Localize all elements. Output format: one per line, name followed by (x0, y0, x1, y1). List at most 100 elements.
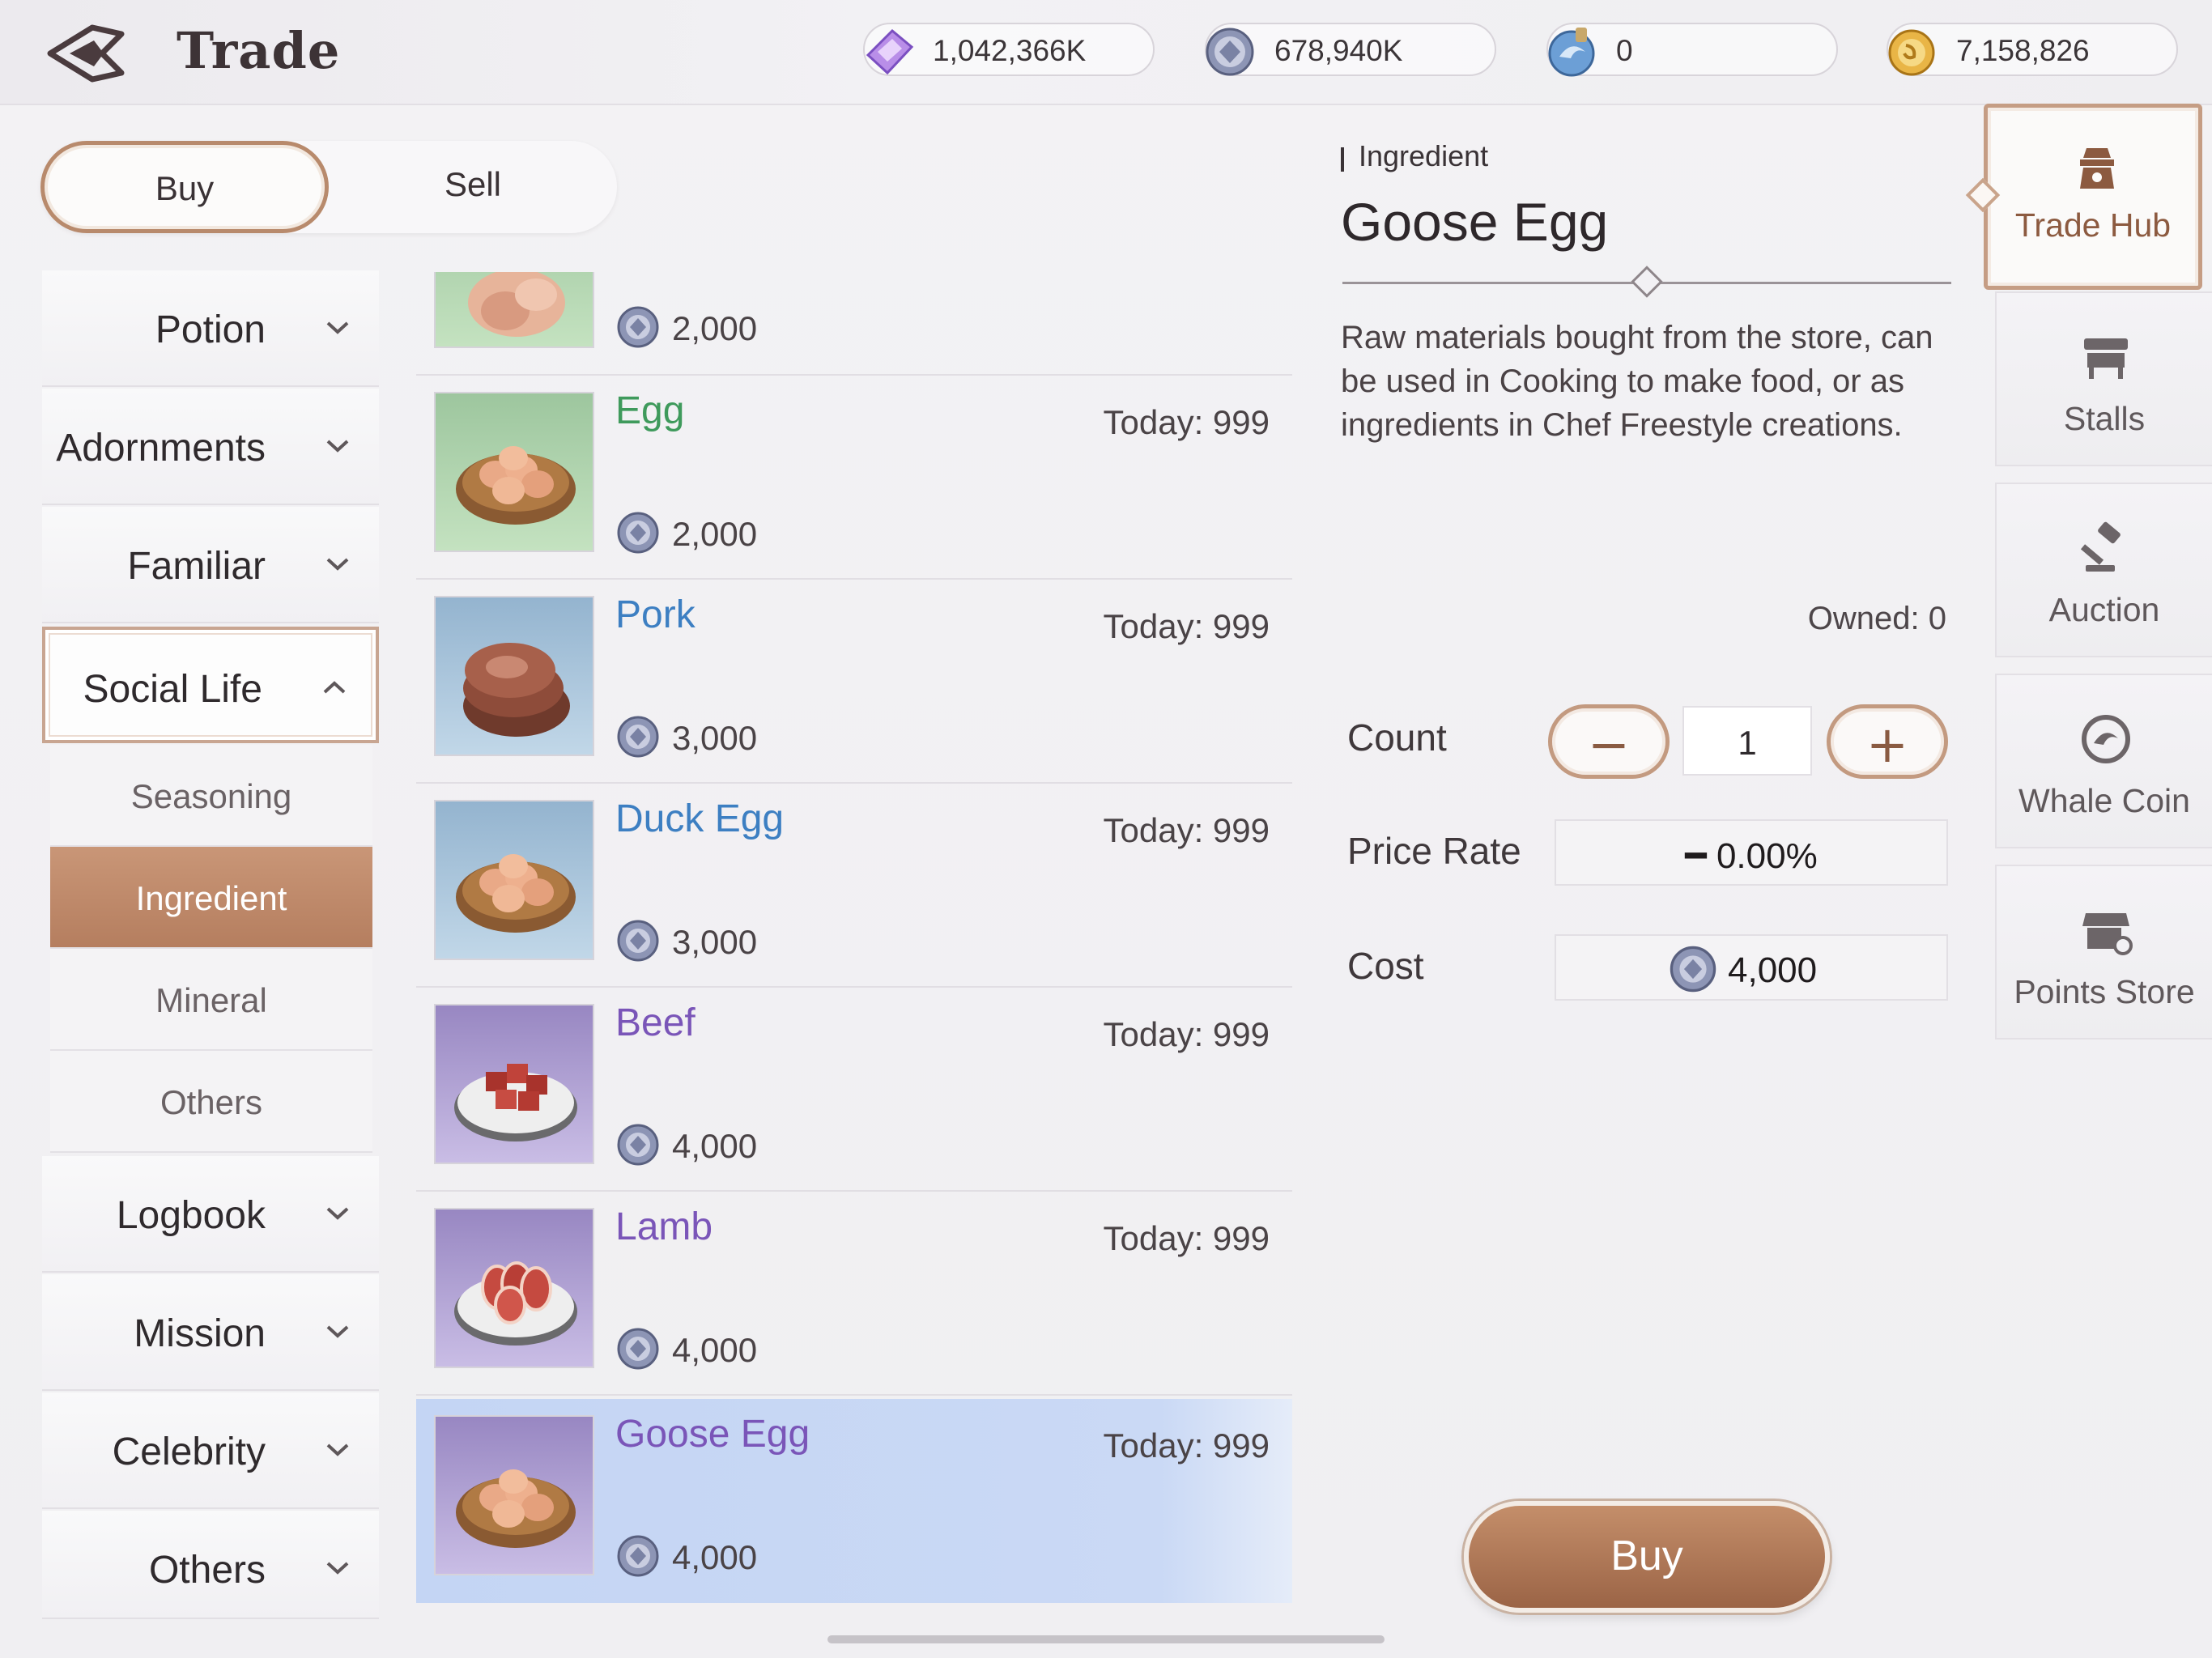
sell-tab[interactable]: Sell (329, 141, 617, 233)
minus-icon: − (1588, 715, 1630, 774)
category-celebrity[interactable]: Celebrity (42, 1392, 379, 1509)
item-row-goose-egg[interactable]: Goose Egg Today: 999 4,000 (416, 1399, 1292, 1603)
increment-button[interactable]: + (1827, 704, 1948, 779)
currency-silver[interactable]: 678,940K (1205, 23, 1496, 76)
item-daily-limit: Today: 999 (1103, 403, 1270, 441)
currency-gold-value: 7,158,826 (1956, 34, 2090, 67)
whale-coin-icon (1548, 28, 1595, 77)
price-rate-label: Price Rate (1347, 830, 1521, 872)
silver-coin-icon (617, 1535, 659, 1577)
currency-whale-value: 0 (1616, 34, 1633, 67)
item-price-value: 2,000 (672, 515, 758, 553)
count-input[interactable]: 1 (1682, 706, 1812, 776)
item-thumbnail (434, 1415, 594, 1575)
nav-label: Stalls (2063, 400, 2146, 437)
subcategory-others[interactable]: Others (50, 1051, 372, 1153)
item-price-value: 4,000 (672, 1538, 758, 1576)
item-price-value: 4,000 (672, 1127, 758, 1165)
category-familiar[interactable]: Familiar (42, 507, 379, 623)
back-arrow-icon (47, 24, 125, 83)
detail-category-label: Ingredient (1359, 139, 1489, 172)
egg-basket-icon (456, 446, 576, 525)
category-others[interactable]: Others (42, 1511, 379, 1619)
currency-diamond[interactable]: 1,042,366K (863, 23, 1155, 76)
item-daily-limit: Today: 999 (1103, 1219, 1270, 1257)
buy-tab-label: Buy (155, 169, 215, 207)
item-thumbnail (434, 800, 594, 960)
item-thumbnail (434, 1208, 594, 1368)
item-row-egg[interactable]: Egg Today: 999 2,000 (416, 376, 1292, 580)
item-name: Pork (615, 593, 696, 636)
nav-whale-coin[interactable]: Whale Coin (1995, 674, 2212, 848)
buy-tab[interactable]: Buy (40, 141, 329, 233)
item-row-duck-egg[interactable]: Duck Egg Today: 999 3,000 (416, 784, 1292, 988)
subcategory-label: Seasoning (130, 777, 292, 815)
chevron-down-icon (326, 440, 349, 453)
subcategory-seasoning[interactable]: Seasoning (50, 745, 372, 847)
category-potion[interactable]: Potion (42, 270, 379, 387)
subcategory-mineral[interactable]: Mineral (50, 949, 372, 1051)
item-daily-limit: Today: 999 (1103, 1426, 1270, 1465)
chevron-down-icon (326, 1562, 349, 1575)
subcategory-label: Ingredient (135, 879, 287, 917)
currency-silver-value: 678,940K (1274, 34, 1403, 67)
beef-plate-icon (454, 1064, 577, 1141)
gavel-icon (2080, 521, 2121, 572)
item-price-value: 3,000 (672, 719, 758, 757)
silver-coin-icon (617, 1124, 659, 1166)
chicken-meat-icon (468, 272, 565, 337)
item-daily-limit: Today: 999 (1103, 1015, 1270, 1053)
owned-count: Owned: 0 (1807, 601, 1946, 636)
silver-coin-icon (617, 512, 659, 554)
item-row-beef[interactable]: Beef Today: 999 4,000 (416, 988, 1292, 1192)
category-label: Familiar (127, 545, 266, 588)
item-row-pork[interactable]: Pork Today: 999 3,000 (416, 580, 1292, 784)
item-row-chicken[interactable]: 2,000 (416, 272, 1292, 376)
item-daily-limit: Today: 999 (1103, 607, 1270, 645)
nav-trade-hub[interactable]: Trade Hub (1984, 104, 2202, 290)
nav-points-store[interactable]: Points Store (1995, 865, 2212, 1039)
cost-value: 4,000 (1728, 950, 1818, 990)
nav-label: Points Store (2014, 973, 2195, 1010)
chevron-down-icon (326, 1207, 349, 1220)
nav-auction[interactable]: Auction (1995, 483, 2212, 657)
item-row-lamb[interactable]: Lamb Today: 999 4,000 (416, 1192, 1292, 1396)
nav-label: Whale Coin (2018, 782, 2190, 819)
plus-icon: + (1866, 715, 1908, 774)
category-adornments[interactable]: Adornments (42, 389, 379, 505)
diamond-coupon-icon (866, 28, 914, 75)
chevron-up-icon (323, 681, 346, 694)
egg-basket-icon (456, 1469, 576, 1548)
price-rate-value: ━ 0.00% (1685, 836, 1818, 876)
buy-button[interactable]: Buy (1464, 1501, 1830, 1613)
currency-gold[interactable]: 7,158,826 (1887, 23, 2178, 76)
home-indicator[interactable] (827, 1635, 1385, 1643)
decrement-button[interactable]: − (1548, 704, 1670, 779)
back-button[interactable] (45, 23, 126, 84)
currency-diamond-value: 1,042,366K (933, 34, 1087, 67)
category-logbook[interactable]: Logbook (42, 1156, 379, 1273)
chevron-down-icon (326, 558, 349, 571)
buy-button-label: Buy (1610, 1533, 1683, 1579)
item-daily-limit: Today: 999 (1103, 811, 1270, 849)
top-bar: Trade 1,042,366K 678,940K 0 7,158,826 (0, 0, 2212, 105)
nav-stalls[interactable]: Stalls (1995, 291, 2212, 466)
category-mission[interactable]: Mission (42, 1274, 379, 1391)
count-label: Count (1347, 716, 1447, 759)
chevron-down-icon (326, 1325, 349, 1338)
gold-coin-icon (1888, 29, 1935, 76)
silver-coin-icon (617, 1328, 659, 1370)
nav-label: Auction (2048, 591, 2160, 628)
chevron-down-icon (326, 321, 349, 334)
currency-whale[interactable]: 0 (1546, 23, 1838, 77)
page-title: Trade (177, 21, 341, 80)
nav-label: Trade Hub (2014, 206, 2172, 244)
subcategory-ingredient[interactable]: Ingredient (50, 847, 372, 949)
category-social-life[interactable]: Social Life (42, 627, 379, 743)
silver-coin-icon (1670, 946, 1716, 993)
count-value: 1 (1738, 724, 1757, 762)
item-name: Beef (615, 1001, 696, 1044)
item-thumbnail (434, 272, 594, 348)
detail-description: Raw materials bought from the store, can… (1341, 320, 1933, 443)
category-label: Celebrity (112, 1431, 266, 1473)
